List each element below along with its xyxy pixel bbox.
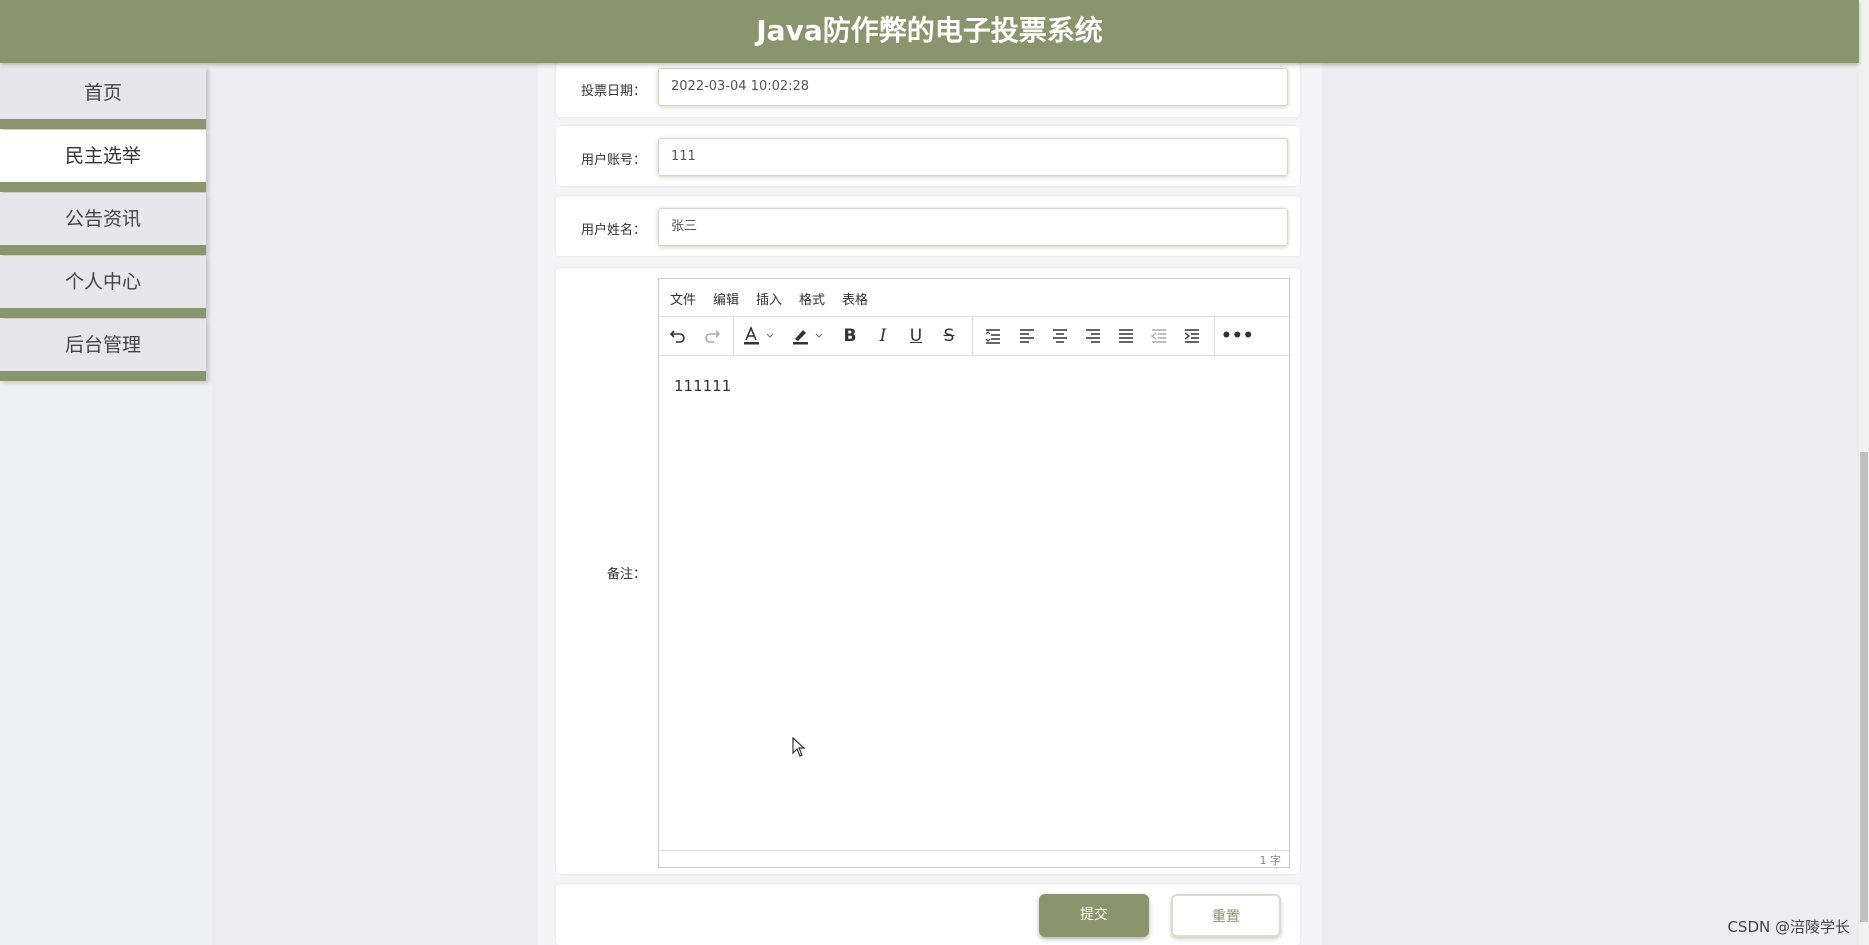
form-row-remarks: 备注： 文件 编辑 插入 格式 表格 B I U S ••• 111111 1 … <box>556 268 1300 874</box>
sidebar: 首页 民主选举 公告资讯 个人中心 后台管理 <box>0 63 212 945</box>
form-row-user-name: 用户姓名： 张三 <box>556 196 1300 256</box>
undo-icon[interactable] <box>665 322 691 350</box>
menu-file[interactable]: 文件 <box>670 289 696 308</box>
nav-item-admin[interactable]: 后台管理 <box>0 319 206 381</box>
italic-icon[interactable]: I <box>870 322 896 350</box>
align-left-icon[interactable] <box>1014 322 1040 350</box>
vote-date-label: 投票日期： <box>580 84 646 99</box>
indent-icon[interactable] <box>1179 322 1205 350</box>
word-count: 1 字 <box>1259 854 1282 867</box>
menu-table[interactable]: 表格 <box>842 289 868 308</box>
editor-statusbar: 1 字 <box>659 850 1289 867</box>
editor-toolbar: B I U S ••• <box>659 317 1289 356</box>
nav-item-news[interactable]: 公告资讯 <box>0 193 206 255</box>
reset-button[interactable]: 重置 <box>1171 894 1281 937</box>
highlight-color-icon[interactable] <box>790 322 830 350</box>
align-justify-icon[interactable] <box>1113 322 1139 350</box>
rich-text-editor: 文件 编辑 插入 格式 表格 B I U S ••• 111111 1 字 <box>658 278 1290 868</box>
vote-date-input[interactable]: 2022-03-04 10:02:28 <box>658 68 1288 106</box>
user-name-label: 用户姓名： <box>580 223 646 238</box>
remarks-label: 备注： <box>606 567 646 582</box>
nav-item-election[interactable]: 民主选举 <box>0 130 206 192</box>
menu-format[interactable]: 格式 <box>799 289 825 308</box>
align-center-icon[interactable] <box>1047 322 1073 350</box>
redo-icon[interactable] <box>699 322 725 350</box>
mouse-cursor-icon <box>792 737 806 757</box>
toolbar-separator <box>1214 317 1215 355</box>
nav-item-home[interactable]: 首页 <box>0 67 206 129</box>
csdn-watermark: CSDN @涪陵学长 <box>1727 918 1850 936</box>
align-right-icon[interactable] <box>1080 322 1106 350</box>
menu-edit[interactable]: 编辑 <box>713 289 739 308</box>
editor-menubar: 文件 编辑 插入 格式 表格 <box>659 279 1289 317</box>
user-name-input[interactable]: 张三 <box>658 208 1288 246</box>
nav-item-personal-center[interactable]: 个人中心 <box>0 256 206 318</box>
form-row-user-account: 用户账号： 111 <box>556 126 1300 186</box>
form-row-vote-date: 投票日期： 2022-03-04 10:02:28 <box>556 63 1300 117</box>
strikethrough-icon[interactable]: S <box>936 322 962 350</box>
editor-content[interactable]: 111111 <box>674 377 731 395</box>
menu-insert[interactable]: 插入 <box>756 289 782 308</box>
more-icon[interactable]: ••• <box>1221 322 1254 350</box>
text-color-icon[interactable] <box>741 322 781 350</box>
outdent-icon[interactable] <box>1146 322 1172 350</box>
toolbar-separator <box>733 317 734 355</box>
bold-icon[interactable]: B <box>837 322 863 350</box>
user-account-label: 用户账号： <box>580 153 646 168</box>
submit-button[interactable]: 提交 <box>1039 894 1149 937</box>
underline-icon[interactable]: U <box>903 322 929 350</box>
user-account-input[interactable]: 111 <box>658 138 1288 176</box>
toolbar-separator <box>972 317 973 355</box>
scrollbar-thumb[interactable] <box>1860 452 1868 922</box>
top-header: Java防作弊的电子投票系统 <box>0 0 1859 63</box>
page-scrollbar[interactable] <box>1859 0 1869 945</box>
line-height-icon[interactable] <box>980 322 1006 350</box>
app-title: Java防作弊的电子投票系统 <box>756 14 1103 47</box>
